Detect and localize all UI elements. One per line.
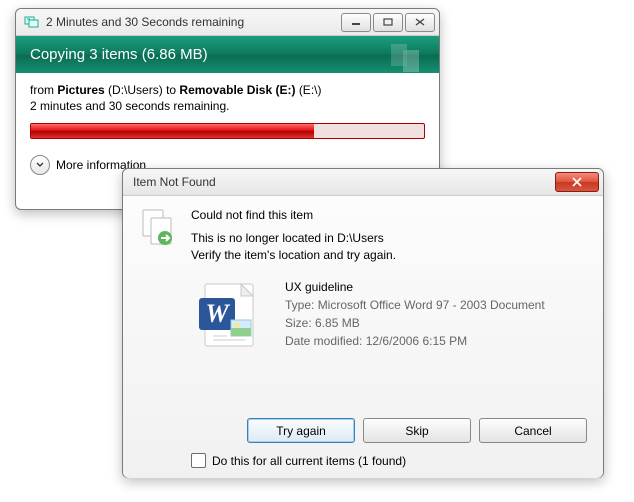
close-button[interactable]: [555, 172, 599, 192]
error-titlebar[interactable]: Item Not Found: [123, 169, 603, 196]
minimize-button[interactable]: [341, 13, 371, 32]
file-type: Type: Microsoft Office Word 97 - 2003 Do…: [285, 296, 587, 314]
maximize-button[interactable]: [373, 13, 403, 32]
do-for-all-checkbox[interactable]: [191, 453, 206, 468]
file-info: UX guideline Type: Microsoft Office Word…: [285, 278, 587, 358]
file-name: UX guideline: [285, 278, 587, 296]
copy-header: Copying 3 items (6.86 MB): [16, 36, 439, 73]
error-title: Item Not Found: [133, 175, 555, 189]
error-messages: Could not find this item This is no long…: [191, 208, 587, 264]
error-detail: This is no longer located in D:\Users Ve…: [191, 230, 587, 264]
try-again-button[interactable]: Try again: [247, 418, 355, 443]
word-document-icon: W: [191, 278, 271, 358]
close-button[interactable]: [405, 13, 435, 32]
window-title: 2 Minutes and 30 Seconds remaining: [46, 15, 341, 29]
progress-bar: [30, 123, 425, 139]
button-row: Try again Skip Cancel: [139, 418, 587, 443]
svg-text:W: W: [205, 299, 230, 328]
time-remaining: 2 minutes and 30 seconds remaining.: [30, 99, 425, 113]
checkbox-label[interactable]: Do this for all current items (1 found): [212, 454, 406, 468]
error-dialog: Item Not Found Could not find this item …: [122, 168, 604, 478]
cancel-button[interactable]: Cancel: [479, 418, 587, 443]
file-section: W UX guideline Type: Microsoft Office Wo…: [191, 278, 587, 358]
error-body: Could not find this item This is no long…: [123, 196, 603, 478]
titlebar[interactable]: 2 Minutes and 30 Seconds remaining: [16, 9, 439, 36]
copy-header-text: Copying 3 items (6.86 MB): [30, 46, 208, 63]
copy-path-line: from Pictures (D:\Users) to Removable Di…: [30, 83, 425, 97]
copy-files-icon: [139, 208, 179, 264]
chevron-down-icon[interactable]: [30, 155, 50, 175]
error-heading: Could not find this item: [191, 208, 587, 222]
progress-fill: [31, 124, 314, 138]
copy-decor-icon: [389, 40, 429, 74]
copy-icon: [24, 14, 40, 30]
checkbox-row: Do this for all current items (1 found): [191, 453, 587, 468]
file-size: Size: 6.85 MB: [285, 314, 587, 332]
file-modified: Date modified: 12/6/2006 6:15 PM: [285, 332, 587, 350]
window-controls: [341, 13, 435, 32]
skip-button[interactable]: Skip: [363, 418, 471, 443]
error-top: Could not find this item This is no long…: [139, 208, 587, 264]
